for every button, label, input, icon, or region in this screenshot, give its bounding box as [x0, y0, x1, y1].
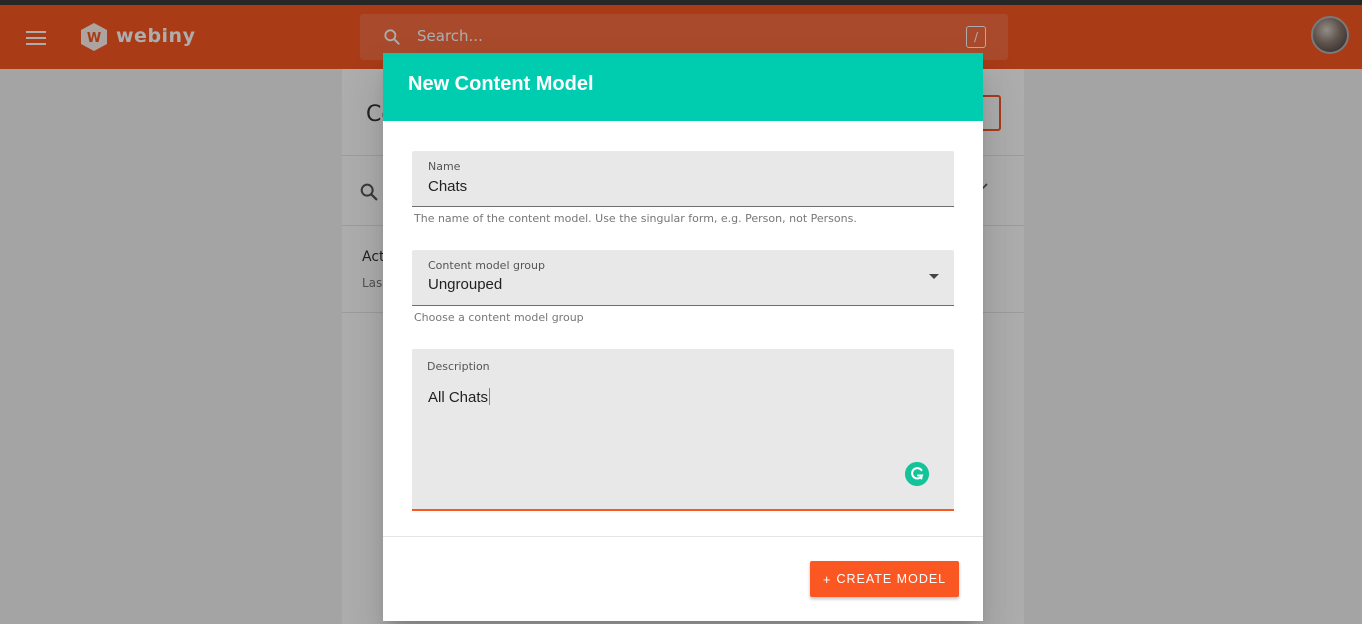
- description-textarea[interactable]: Description All Chats: [412, 349, 954, 511]
- group-field-label: Content model group: [428, 259, 545, 272]
- dialog-title: New Content Model: [408, 73, 594, 95]
- grammarly-icon[interactable]: [905, 462, 929, 486]
- plus-icon: +: [822, 571, 832, 587]
- description-text: All Chats: [428, 389, 489, 406]
- dialog-footer-divider: [383, 536, 983, 537]
- create-model-button[interactable]: + CREATE MODEL: [810, 561, 959, 597]
- text-caret: [489, 388, 491, 405]
- create-model-label: CREATE MODEL: [836, 572, 947, 586]
- dropdown-arrow-icon[interactable]: [929, 274, 939, 279]
- name-field-helper: The name of the content model. Use the s…: [414, 212, 857, 225]
- group-field-value[interactable]: Ungrouped: [428, 276, 502, 293]
- name-field-label: Name: [428, 160, 461, 173]
- dialog-header: New Content Model: [383, 53, 983, 121]
- description-field-label: Description: [427, 360, 490, 373]
- name-field-value[interactable]: Chats: [428, 178, 467, 195]
- content-model-group-select[interactable]: Content model group Ungrouped: [412, 250, 954, 306]
- description-field-value[interactable]: All Chats: [428, 388, 491, 406]
- name-field[interactable]: Name Chats: [412, 151, 954, 207]
- new-content-model-dialog: New Content Model Name Chats The name of…: [383, 53, 983, 621]
- group-field-helper: Choose a content model group: [414, 311, 584, 324]
